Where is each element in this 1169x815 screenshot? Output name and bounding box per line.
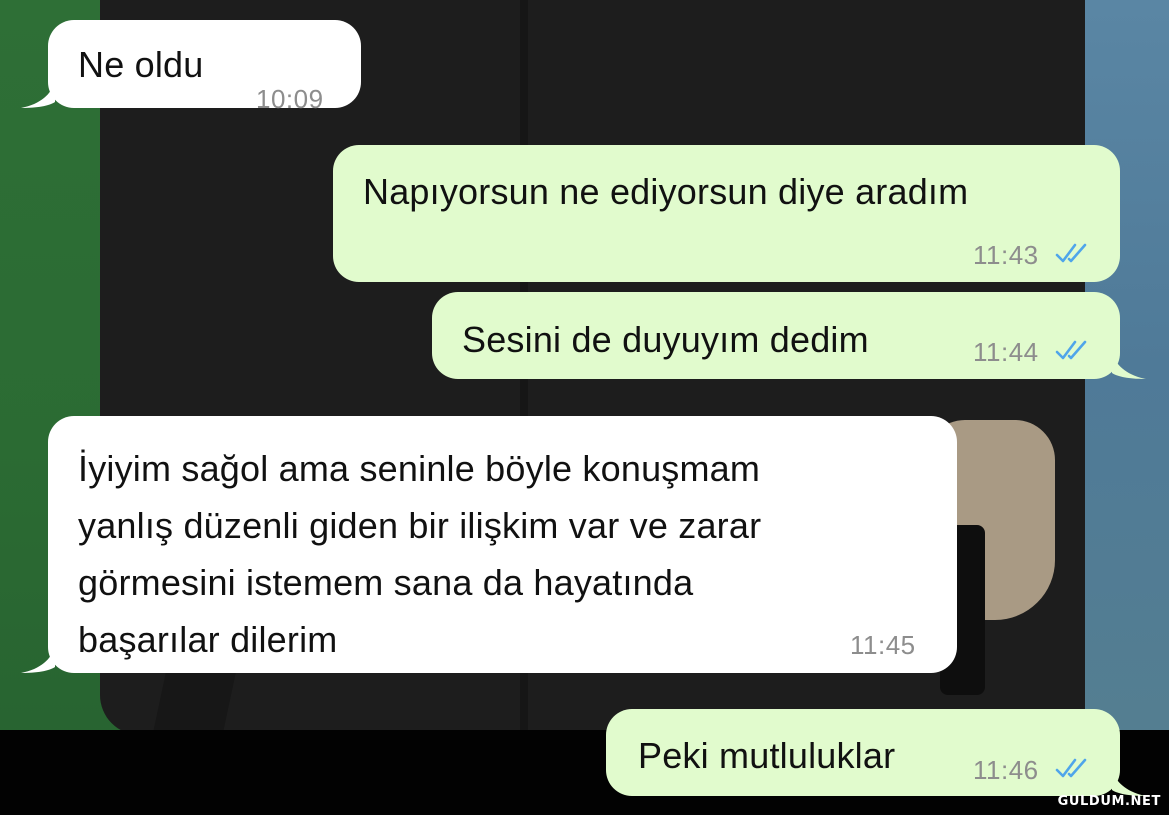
- chat-thread: Ne oldu 10:09 Napıyorsun ne ediyorsun di…: [0, 0, 1169, 815]
- bubble-tail-right: [1112, 353, 1146, 379]
- message-text: Sesini de duyuyım dedim: [462, 319, 869, 360]
- message-line: İyiyim sağol ama seninle böyle konuşmam: [78, 448, 761, 489]
- message-timestamp: 11:44: [973, 337, 1039, 367]
- double-check-read-icon: [1055, 243, 1087, 263]
- outgoing-message-bubble[interactable]: Peki mutluluklar 11:46: [606, 709, 1146, 796]
- incoming-message-bubble[interactable]: Ne oldu 10:09: [21, 20, 361, 114]
- message-text: İyiyim sağol ama seninle böyle konuşmam …: [78, 440, 928, 668]
- outgoing-message-bubble[interactable]: Napıyorsun ne ediyorsun diye aradım 11:4…: [333, 145, 1120, 282]
- message-line: başarılar dilerim: [78, 619, 338, 660]
- message-timestamp: 10:09: [256, 84, 324, 114]
- bubble-tail-right: [1112, 770, 1146, 796]
- message-line: yanlış düzenli giden bir ilişkim var ve …: [78, 505, 762, 546]
- watermark: GULDUM.NET: [1057, 794, 1161, 809]
- message-text: Napıyorsun ne ediyorsun diye aradım: [363, 171, 969, 212]
- outgoing-message-bubble[interactable]: Sesini de duyuyım dedim 11:44: [432, 292, 1146, 379]
- message-timestamp: 11:45: [850, 630, 916, 660]
- double-check-read-icon: [1055, 340, 1087, 360]
- message-text: Ne oldu: [78, 44, 204, 85]
- incoming-message-bubble[interactable]: İyiyim sağol ama seninle böyle konuşmam …: [21, 416, 957, 673]
- bubble-tail-left: [21, 647, 55, 673]
- double-check-read-icon: [1055, 758, 1087, 778]
- bubble-tail-left: [21, 82, 55, 108]
- message-line: görmesini istemem sana da hayatında: [78, 562, 694, 603]
- message-timestamp: 11:46: [973, 755, 1039, 785]
- message-text: Peki mutluluklar: [638, 735, 896, 776]
- message-timestamp: 11:43: [973, 240, 1039, 270]
